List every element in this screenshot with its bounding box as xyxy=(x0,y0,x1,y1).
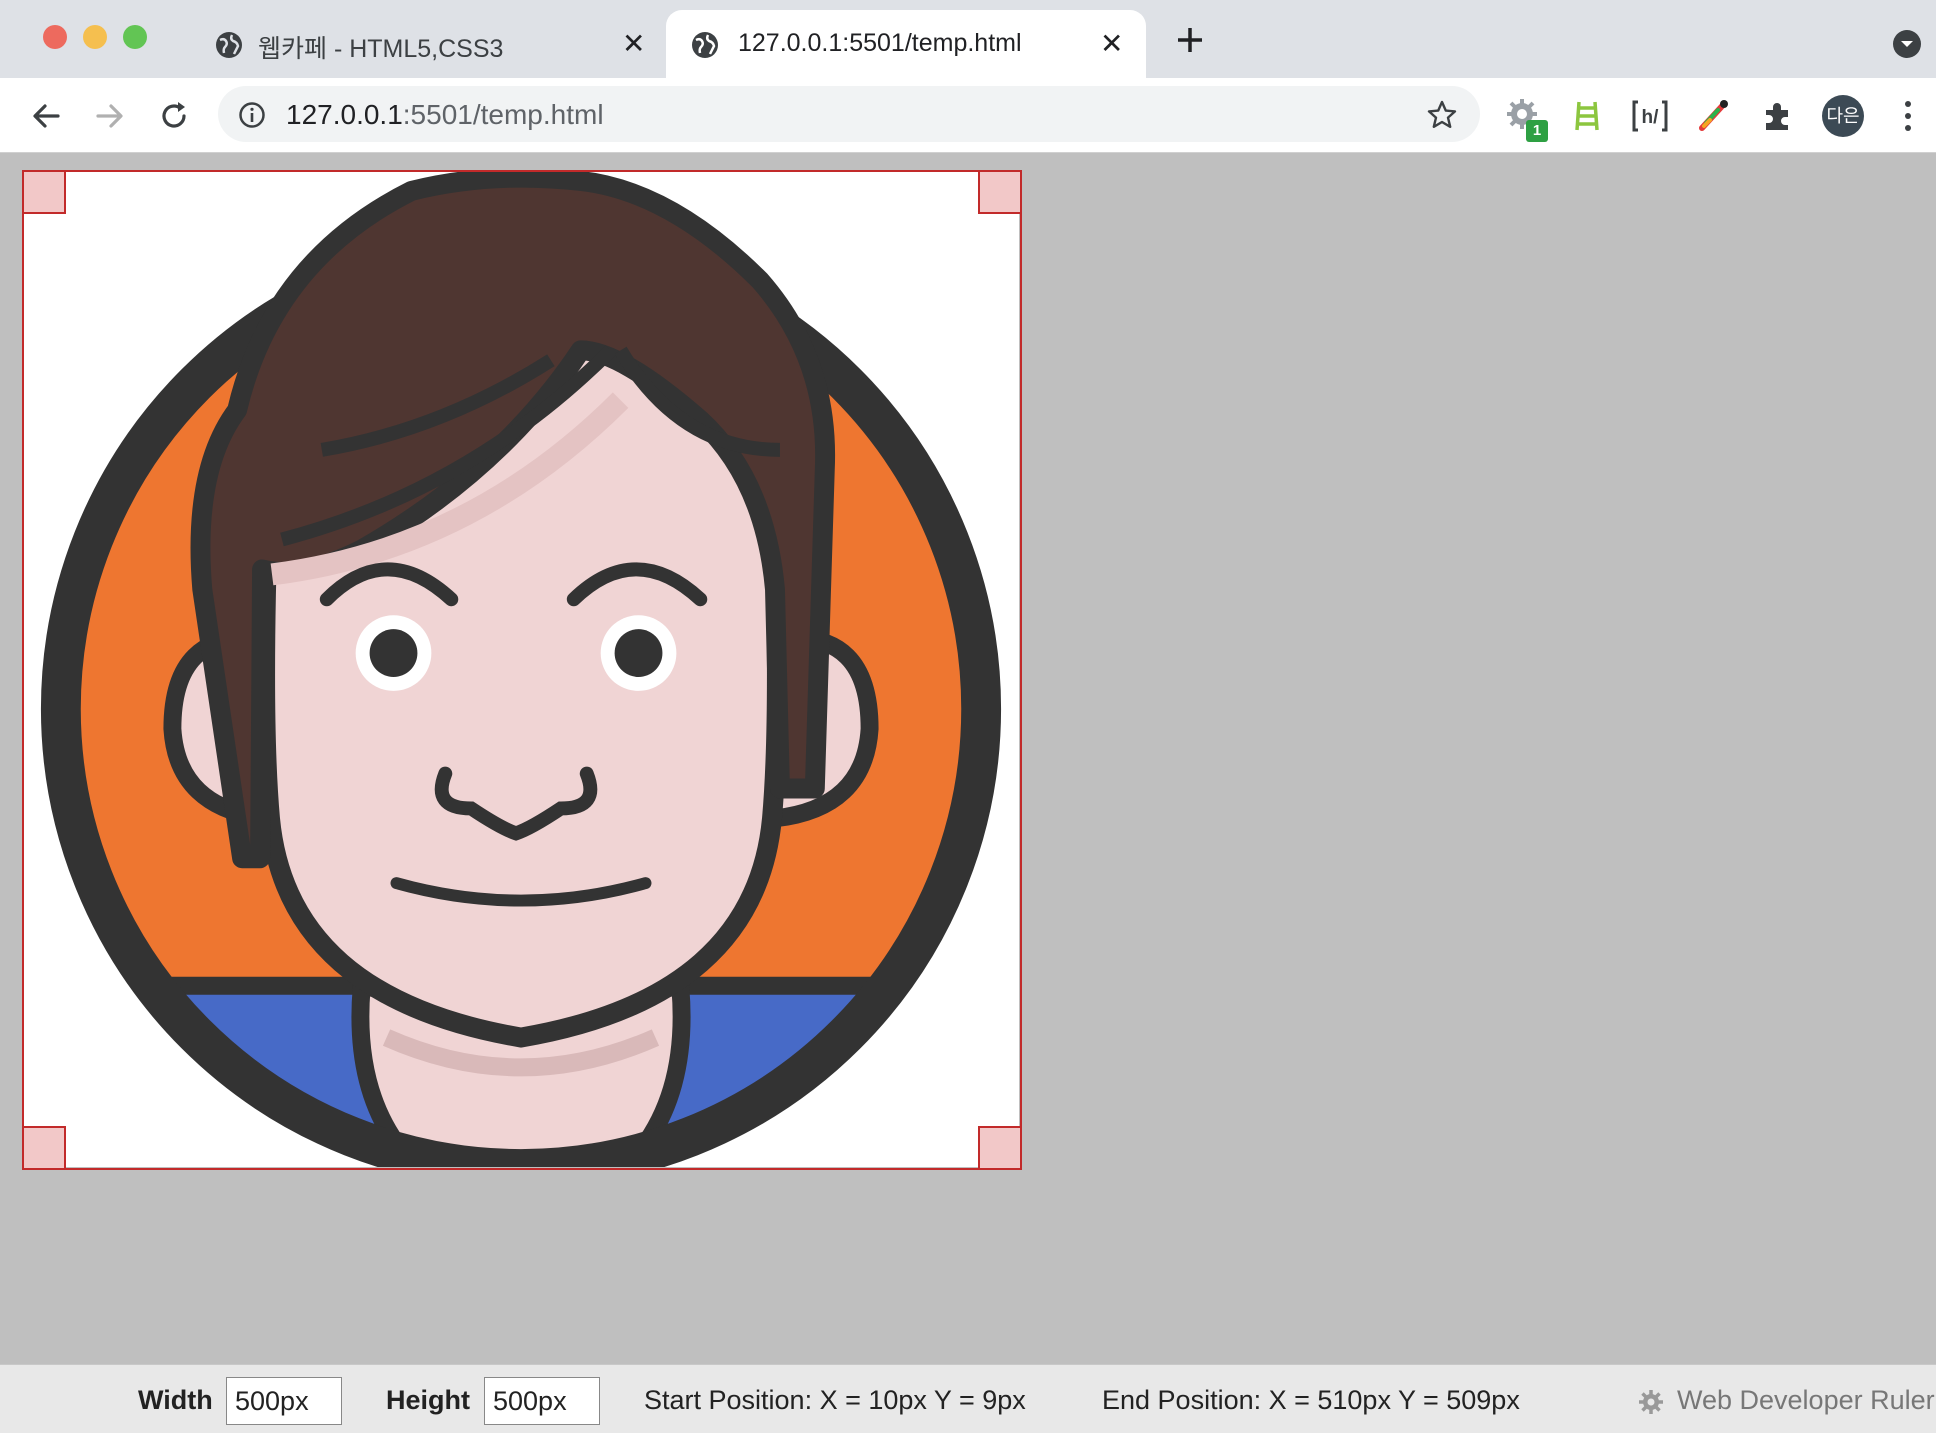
height-input[interactable] xyxy=(484,1377,600,1425)
ruler-handle-top-right[interactable] xyxy=(978,170,1022,214)
bookmark-star-icon[interactable] xyxy=(1426,99,1458,131)
kebab-menu-icon[interactable] xyxy=(1898,98,1918,134)
width-input[interactable] xyxy=(226,1377,342,1425)
height-label: Height xyxy=(386,1385,470,1415)
start-position: Start Position: X = 10px Y = 9px xyxy=(644,1385,1026,1415)
back-icon[interactable] xyxy=(26,96,66,136)
ladder-extension-icon[interactable] xyxy=(1568,96,1608,136)
tab-temp-html[interactable]: 127.0.0.1:5501/temp.html ✕ xyxy=(666,10,1146,78)
browser-toolbar: 127.0.0.1:5501/temp.html 1 h/ 다은 xyxy=(0,78,1936,153)
minimize-window-button[interactable] xyxy=(83,25,107,49)
close-window-button[interactable] xyxy=(43,25,67,49)
svg-text:h/: h/ xyxy=(1642,107,1660,128)
puzzle-icon[interactable] xyxy=(1758,96,1798,136)
ruler-toolbar: Width Height Start Position: X = 10px Y … xyxy=(0,1364,1936,1433)
url-host: 127.0.0.1 xyxy=(286,99,403,130)
gear-icon[interactable] xyxy=(1636,1387,1666,1417)
tab-title: 웹카페 - HTML5,CSS3 xyxy=(258,35,504,63)
avatar-image xyxy=(23,171,1019,1167)
new-tab-icon[interactable] xyxy=(1172,22,1208,58)
address-bar[interactable]: 127.0.0.1:5501/temp.html xyxy=(218,86,1480,142)
maximize-window-button[interactable] xyxy=(123,25,147,49)
globe-icon xyxy=(692,32,718,58)
extension-badge: 1 xyxy=(1526,120,1548,142)
hcode-extension-icon[interactable]: h/ xyxy=(1630,96,1670,136)
url-text[interactable]: 127.0.0.1:5501/temp.html xyxy=(286,99,604,131)
colorpicker-extension-icon[interactable] xyxy=(1694,96,1734,136)
ruler-handle-top-left[interactable] xyxy=(22,170,66,214)
ruler-handle-bottom-right[interactable] xyxy=(978,1126,1022,1170)
ruler-handle-bottom-left[interactable] xyxy=(22,1126,66,1170)
globe-icon xyxy=(216,32,242,58)
reload-icon[interactable] xyxy=(154,96,194,136)
tab-title: 127.0.0.1:5501/temp.html xyxy=(738,29,1022,57)
forward-icon[interactable] xyxy=(90,96,130,136)
width-label: Width xyxy=(138,1385,213,1415)
tab-strip: 웹카페 - HTML5,CSS3 ✕ 127.0.0.1:5501/temp.h… xyxy=(0,0,1936,78)
url-path: :5501/temp.html xyxy=(402,99,604,130)
info-icon[interactable] xyxy=(238,101,266,129)
tab-close-icon[interactable]: ✕ xyxy=(622,29,645,59)
ruler-brand: Web Developer Ruler xyxy=(1677,1385,1935,1415)
tab-webcafe[interactable]: 웹카페 - HTML5,CSS3 ✕ xyxy=(196,10,656,78)
end-position: End Position: X = 510px Y = 509px xyxy=(1102,1385,1520,1415)
page-viewport xyxy=(0,153,1936,1363)
tab-close-icon[interactable]: ✕ xyxy=(1100,29,1123,59)
tab-search-icon[interactable] xyxy=(1893,30,1921,58)
profile-avatar[interactable]: 다은 xyxy=(1822,95,1864,137)
